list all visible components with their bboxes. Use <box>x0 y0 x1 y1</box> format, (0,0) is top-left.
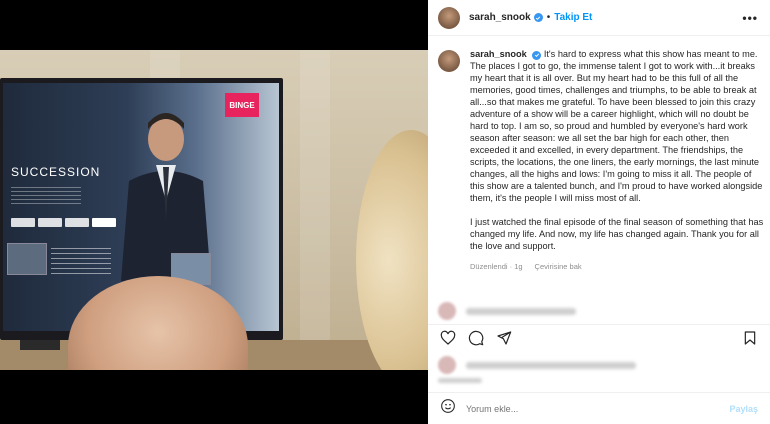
action-bar <box>428 324 770 350</box>
post-photo: BINGE SUCCESSION <box>0 50 428 370</box>
tv-stand <box>20 340 60 350</box>
avatar[interactable] <box>438 50 460 72</box>
adult-head <box>356 130 428 370</box>
comment-bar: Paylaş <box>428 392 770 424</box>
wall-panel <box>300 50 330 370</box>
post-comment-button[interactable]: Paylaş <box>729 404 758 414</box>
emoji-icon[interactable] <box>440 398 456 419</box>
blurred-text <box>438 378 482 383</box>
season-button <box>65 218 89 227</box>
header-separator: • <box>546 12 551 23</box>
heart-icon[interactable] <box>440 330 456 346</box>
caption-username[interactable]: sarah_snook <box>470 49 527 59</box>
translate-link[interactable]: Çevirisine bak <box>535 261 582 273</box>
verified-badge-icon <box>533 13 543 22</box>
tv-show-title: SUCCESSION <box>11 165 101 179</box>
edited-label: Düzenlendi · 1g <box>470 262 523 271</box>
header-username[interactable]: sarah_snook <box>469 12 531 23</box>
post-header: sarah_snook • Takip Et ••• <box>428 0 770 36</box>
season-button <box>38 218 62 227</box>
follow-button[interactable]: Takip Et <box>554 12 592 23</box>
blurred-text <box>466 307 576 315</box>
post-media[interactable]: BINGE SUCCESSION <box>0 0 428 424</box>
blurred-timestamp <box>438 378 482 383</box>
verified-badge-icon <box>532 50 542 60</box>
episode-thumbnails <box>3 243 47 275</box>
instagram-post: BINGE SUCCESSION sarah_snook • Takip Et … <box>0 0 770 424</box>
season-button <box>11 218 35 227</box>
caption-text: sarah_snook It's hard to express what th… <box>470 48 764 273</box>
blurred-text <box>466 361 636 369</box>
blurred-comment <box>438 302 576 320</box>
share-icon[interactable] <box>496 330 512 346</box>
post-side-panel: sarah_snook • Takip Et ••• sarah_snook I… <box>428 0 770 424</box>
comment-icon[interactable] <box>468 330 484 346</box>
avatar <box>438 302 456 320</box>
avatar[interactable] <box>438 6 460 29</box>
episode-thumbnail <box>7 243 47 275</box>
binge-logo: BINGE <box>225 93 259 117</box>
caption-meta: Düzenlendi · 1g Çevirisine bak <box>470 261 764 273</box>
season-selector <box>11 218 116 227</box>
episode-description <box>51 248 111 278</box>
season-button <box>92 218 116 227</box>
post-caption: sarah_snook It's hard to express what th… <box>438 48 764 273</box>
bookmark-icon[interactable] <box>742 330 758 346</box>
avatar <box>438 356 456 374</box>
blurred-likes <box>438 356 636 374</box>
caption-paragraph-1: It's hard to express what this show has … <box>470 49 763 203</box>
more-options-button[interactable]: ••• <box>742 11 758 25</box>
comment-input[interactable] <box>466 403 730 414</box>
tv-show-description <box>11 187 81 205</box>
caption-paragraph-2: I just watched the final episode of the … <box>470 217 764 251</box>
